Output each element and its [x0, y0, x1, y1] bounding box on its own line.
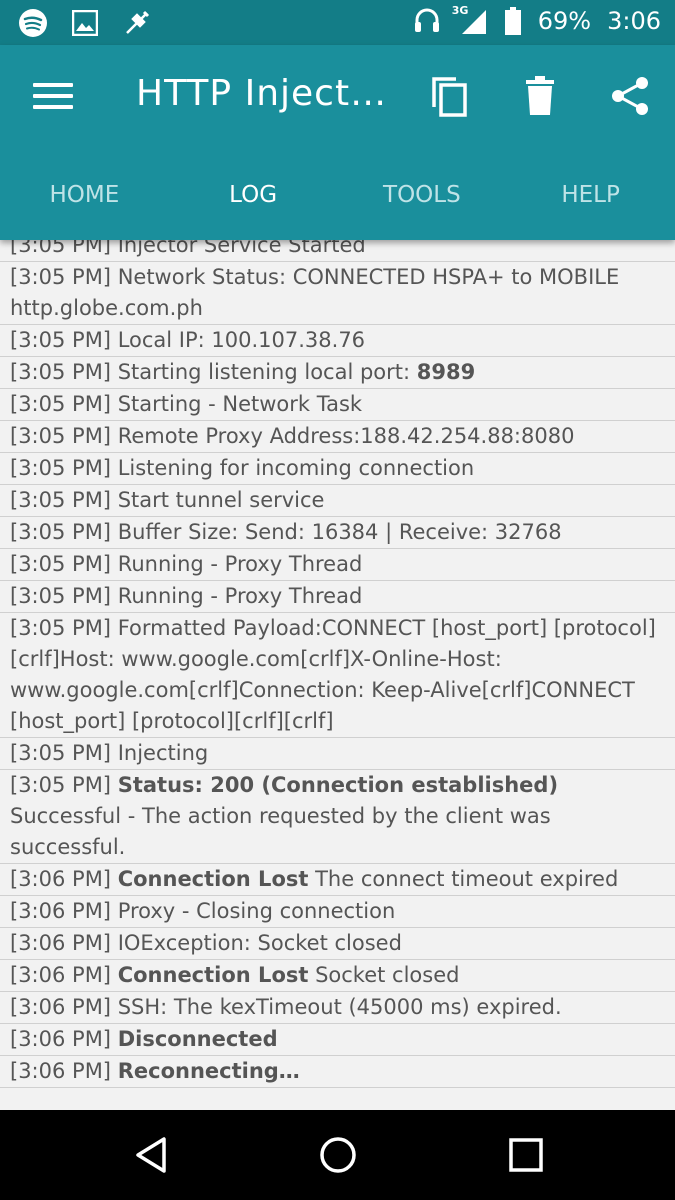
log-timestamp: [3:05 PM]: [10, 616, 112, 640]
log-timestamp: [3:06 PM]: [10, 867, 112, 891]
log-entry: [3:05 PM] Injecting: [0, 738, 675, 770]
log-entry: [3:06 PM] SSH: The kexTimeout (45000 ms)…: [0, 992, 675, 1024]
log-message: Socket closed: [308, 963, 460, 987]
log-entry: [3:05 PM] Running - Proxy Thread: [0, 549, 675, 581]
log-message: [111, 1027, 118, 1051]
home-icon[interactable]: [318, 1135, 358, 1175]
log-entry: [3:06 PM] Connection Lost The connect ti…: [0, 864, 675, 896]
log-message: [111, 963, 118, 987]
log-message: Successful - The action requested by the…: [10, 804, 551, 859]
log-entry: [3:05 PM] Status: 200 (Connection establ…: [0, 770, 675, 864]
log-timestamp: [3:06 PM]: [10, 995, 112, 1019]
log-message: SSH: The kexTimeout (45000 ms) expired.: [111, 995, 562, 1019]
log-entry: [3:05 PM] Formatted Payload:CONNECT [hos…: [0, 613, 675, 738]
log-list[interactable]: [3:05 PM] Injector Service Started [3:05 …: [0, 240, 675, 1110]
page-title: HTTP Inject…: [136, 73, 388, 114]
signal-icon: 3G: [452, 4, 488, 36]
log-entry: [3:06 PM] Disconnected: [0, 1024, 675, 1056]
log-timestamp: [3:05 PM]: [10, 360, 112, 384]
log-timestamp: [3:05 PM]: [10, 520, 112, 544]
log-message: IOException: Socket closed: [111, 931, 402, 955]
recents-icon[interactable]: [506, 1135, 546, 1175]
log-entry: [3:05 PM] Buffer Size: Send: 16384 | Rec…: [0, 517, 675, 549]
log-timestamp: [3:05 PM]: [10, 488, 112, 512]
log-timestamp: [3:06 PM]: [10, 963, 112, 987]
log-entry: [3:05 PM] Network Status: CONNECTED HSPA…: [0, 262, 675, 325]
log-timestamp: [3:06 PM]: [10, 1059, 112, 1083]
delete-icon[interactable]: [520, 75, 562, 117]
log-timestamp: [3:05 PM]: [10, 392, 112, 416]
log-message: Connection Lost: [117, 867, 309, 891]
log-message: Injector Service Started: [111, 240, 366, 257]
usb-icon: [122, 8, 152, 38]
log-timestamp: [3:06 PM]: [10, 931, 112, 955]
back-icon[interactable]: [132, 1135, 172, 1175]
log-message: 8989: [416, 360, 476, 384]
log-timestamp: [3:06 PM]: [10, 1027, 112, 1051]
navigation-bar: [0, 1110, 675, 1200]
log-message: Disconnected: [117, 1027, 278, 1051]
log-message: The connect timeout expired: [308, 867, 619, 891]
image-icon: [70, 8, 100, 38]
log-entry: [3:06 PM] IOException: Socket closed: [0, 928, 675, 960]
log-timestamp: [3:05 PM]: [10, 456, 112, 480]
share-icon[interactable]: [610, 75, 652, 117]
menu-icon[interactable]: [33, 83, 73, 113]
app-bar: HTTP Inject… HOME LOG TOOLS HELP: [0, 45, 675, 240]
battery-icon: [498, 6, 528, 36]
tab-home[interactable]: HOME: [0, 165, 169, 225]
copy-icon[interactable]: [430, 75, 472, 117]
log-entry: [3:05 PM] Running - Proxy Thread: [0, 581, 675, 613]
spotify-icon: [18, 8, 48, 38]
log-timestamp: [3:05 PM]: [10, 552, 112, 576]
log-entry: [3:05 PM] Starting - Network Task: [0, 389, 675, 421]
log-message: Starting listening local port:: [111, 360, 417, 384]
log-message: Local IP: 100.107.38.76: [111, 328, 366, 352]
log-timestamp: [3:05 PM]: [10, 240, 112, 257]
log-message: Running - Proxy Thread: [111, 584, 363, 608]
log-message: Reconnecting…: [117, 1059, 300, 1083]
log-entry: [3:05 PM] Local IP: 100.107.38.76: [0, 325, 675, 357]
log-timestamp: [3:05 PM]: [10, 424, 112, 448]
battery-percent: 69%: [537, 7, 592, 35]
tab-bar: HOME LOG TOOLS HELP: [0, 165, 675, 225]
log-message: Proxy - Closing connection: [111, 899, 396, 923]
log-entry: [3:06 PM] Connection Lost Socket closed: [0, 960, 675, 992]
log-entry: [3:05 PM] Remote Proxy Address:188.42.25…: [0, 421, 675, 453]
log-timestamp: [3:05 PM]: [10, 265, 112, 289]
log-message: Buffer Size: Send: 16384 | Receive: 3276…: [111, 520, 562, 544]
log-timestamp: [3:05 PM]: [10, 328, 112, 352]
log-message: [111, 867, 118, 891]
log-timestamp: [3:05 PM]: [10, 584, 112, 608]
log-entry: [3:05 PM] Listening for incoming connect…: [0, 453, 675, 485]
log-message: Connection Lost: [117, 963, 309, 987]
log-timestamp: [3:05 PM]: [10, 773, 112, 797]
log-message: Injecting: [111, 741, 209, 765]
status-bar: 3G 69% 3:06: [0, 0, 675, 45]
log-message: Remote Proxy Address:188.42.254.88:8080: [111, 424, 575, 448]
log-message: Starting - Network Task: [111, 392, 363, 416]
log-message: Listening for incoming connection: [111, 456, 475, 480]
log-message: Start tunnel service: [111, 488, 325, 512]
tab-log[interactable]: LOG: [169, 165, 338, 225]
log-timestamp: [3:05 PM]: [10, 741, 112, 765]
log-entry: [3:05 PM] Start tunnel service: [0, 485, 675, 517]
log-message: [111, 773, 118, 797]
clock: 3:06: [607, 7, 661, 35]
log-timestamp: [3:06 PM]: [10, 899, 112, 923]
log-entry: [3:06 PM] Reconnecting…: [0, 1056, 675, 1088]
headset-icon: [412, 6, 442, 36]
tab-help[interactable]: HELP: [506, 165, 675, 225]
log-entry: [3:05 PM] Starting listening local port:…: [0, 357, 675, 389]
log-message: [111, 1059, 118, 1083]
log-entry: [3:05 PM] Injector Service Started: [0, 240, 675, 262]
log-message: Running - Proxy Thread: [111, 552, 363, 576]
log-entry: [3:06 PM] Proxy - Closing connection: [0, 896, 675, 928]
tab-tools[interactable]: TOOLS: [338, 165, 507, 225]
log-message: Status: 200 (Connection established): [117, 773, 559, 797]
